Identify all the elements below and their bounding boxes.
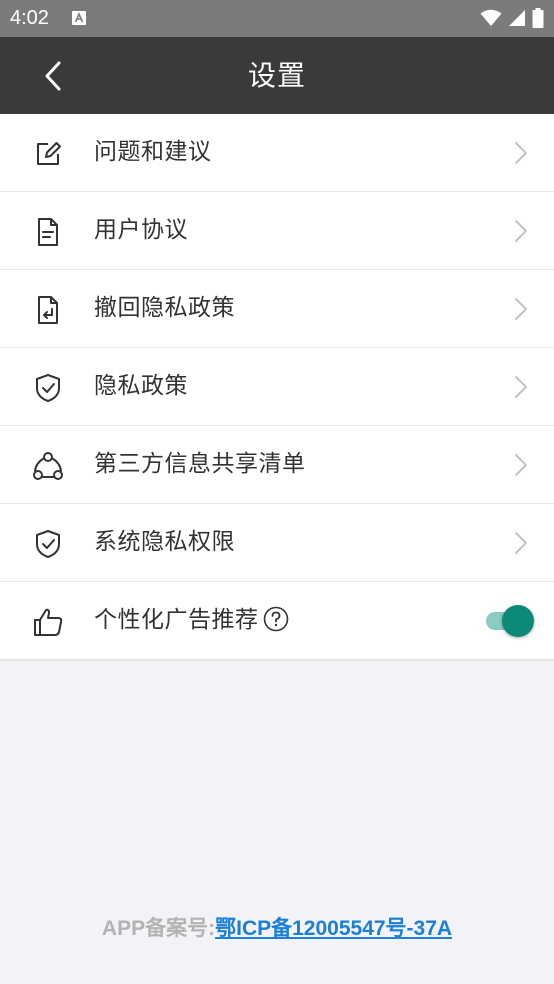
chevron-right-icon [515, 220, 527, 242]
settings-item-label: 隐私政策 [94, 373, 188, 399]
chevron-right-icon [515, 376, 527, 398]
settings-item-withdraw-privacy[interactable]: 撤回隐私政策 [0, 270, 554, 348]
chevron-right-icon [515, 532, 527, 554]
icp-label: APP备案号: [101, 917, 216, 940]
settings-item-label: 用户协议 [94, 217, 188, 243]
icp-link[interactable]: 鄂ICP备12005547号-37A [215, 917, 452, 940]
settings-item-label: 第三方信息共享清单 [94, 451, 306, 477]
chevron-right-icon [515, 454, 527, 476]
document-icon [38, 218, 58, 246]
settings-item-label: 个性化广告推荐 [94, 582, 289, 659]
settings-item-third-party-sharing[interactable]: 第三方信息共享清单 [0, 426, 554, 504]
settings-item-feedback[interactable]: 问题和建议 [0, 114, 554, 192]
settings-item-user-agreement[interactable]: 用户协议 [0, 192, 554, 270]
settings-item-label: 系统隐私权限 [94, 529, 235, 555]
settings-item-label: 问题和建议 [94, 139, 212, 165]
document-return-icon [38, 296, 58, 324]
question-circle-icon[interactable] [263, 606, 289, 632]
thumbs-up-icon [34, 608, 63, 636]
icp-footer: APP备案号:鄂ICP备12005547号-37A [0, 912, 554, 942]
settings-list: 问题和建议 用户协议 撤回隐私政策 隐私政策 第三方信息共享清单 系统隐私权限 … [0, 114, 554, 661]
share-network-icon [33, 452, 63, 480]
battery-icon [532, 8, 544, 28]
toggle-thumb [502, 605, 534, 637]
settings-item-label: 撤回隐私政策 [94, 295, 235, 321]
app-bar: 设置 [0, 37, 554, 114]
status-time: 4:02 [10, 7, 49, 29]
settings-item-privacy-policy[interactable]: 隐私政策 [0, 348, 554, 426]
font-a-icon [72, 11, 86, 25]
shield-check-icon [36, 374, 60, 402]
chevron-right-icon [515, 298, 527, 320]
settings-item-system-privacy-permissions[interactable]: 系统隐私权限 [0, 504, 554, 582]
status-bar: 4:02 [0, 0, 554, 37]
personalized-ads-toggle[interactable] [484, 605, 534, 637]
page-title: 设置 [247, 59, 306, 92]
status-icons [480, 8, 544, 28]
signal-icon [509, 10, 525, 26]
ad-toggle-label: 个性化广告推荐 [94, 607, 259, 633]
shield-check-icon [36, 530, 60, 558]
settings-item-personalized-ads: 个性化广告推荐 [0, 582, 554, 659]
chevron-right-icon [515, 142, 527, 164]
edit-icon [37, 142, 61, 165]
wifi-icon [480, 9, 502, 26]
